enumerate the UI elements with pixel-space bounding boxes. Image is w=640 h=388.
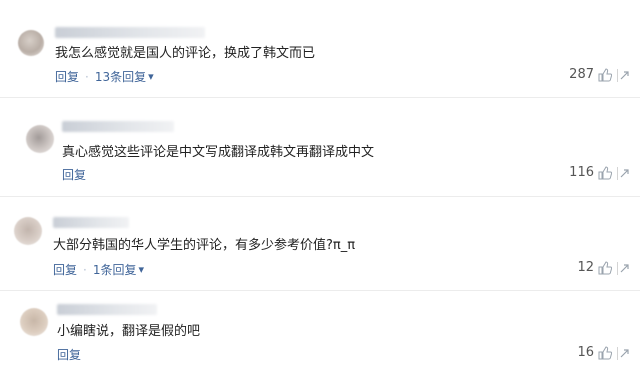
comment-text: 大部分韩国的华人学生的评论，有多少参考价值?π_π [53,238,356,253]
view-replies-button[interactable]: 1条回复 ▾ [93,263,144,277]
reply-button[interactable]: 回复 [53,263,77,277]
comment-text: 小编瞎说，翻译是假的吧 [57,324,201,339]
username-blurred[interactable] [55,27,205,38]
username-blurred[interactable] [53,217,129,228]
comment-item: 真心感觉这些评论是中文写成翻译成韩文再翻译成中文 回复 116 [0,113,640,197]
comment-item: 我怎么感觉就是国人的评论，换成了韩文而已 回复 · 13条回复 ▾ 287 [0,12,640,98]
like-button[interactable]: 12 [577,260,612,275]
comment-actions: 回复 · 13条回复 ▾ [55,70,154,84]
like-count: 12 [577,260,594,275]
reply-button[interactable]: 回复 [62,168,86,182]
reply-button[interactable]: 回复 [57,348,81,362]
thumbs-up-icon [598,345,612,359]
thumbs-up-icon [598,165,612,179]
comment-text: 真心感觉这些评论是中文写成翻译成韩文再翻译成中文 [62,145,375,160]
chevron-down-icon: ▾ [148,70,154,83]
like-count: 16 [577,345,594,360]
avatar[interactable] [14,217,42,245]
username-blurred[interactable] [57,304,157,315]
action-divider [617,347,618,360]
action-divider [617,69,618,82]
thumbs-up-icon [598,67,612,81]
comment-actions: 回复 · 1条回复 ▾ [53,263,144,277]
view-replies-button[interactable]: 13条回复 ▾ [95,70,154,84]
comment-actions: 回复 [57,348,81,362]
comment-actions: 回复 [62,168,86,182]
action-divider [617,262,618,275]
avatar[interactable] [20,308,48,336]
reply-button[interactable]: 回复 [55,70,79,84]
action-separator: · [83,263,87,277]
thumbs-up-icon [598,260,612,274]
like-count: 287 [569,67,594,82]
replies-label: 13条回复 [94,70,147,84]
share-icon[interactable] [619,263,630,274]
comment-text: 我怎么感觉就是国人的评论，换成了韩文而已 [55,46,316,61]
avatar[interactable] [26,125,54,153]
comment-item: 大部分韩国的华人学生的评论，有多少参考价值?π_π 回复 · 1条回复 ▾ 12 [0,209,640,291]
like-button[interactable]: 287 [569,67,612,82]
share-icon[interactable] [619,168,630,179]
like-button[interactable]: 16 [577,345,612,360]
like-button[interactable]: 116 [569,165,612,180]
like-count: 116 [569,165,594,180]
share-icon[interactable] [619,70,630,81]
avatar[interactable] [18,30,44,56]
share-icon[interactable] [619,348,630,359]
replies-label: 1条回复 [92,263,137,277]
action-divider [617,167,618,180]
chevron-down-icon: ▾ [138,263,145,276]
username-blurred[interactable] [62,121,174,132]
action-separator: · [85,70,89,84]
comment-item: 小编瞎说，翻译是假的吧 回复 16 [0,296,640,388]
